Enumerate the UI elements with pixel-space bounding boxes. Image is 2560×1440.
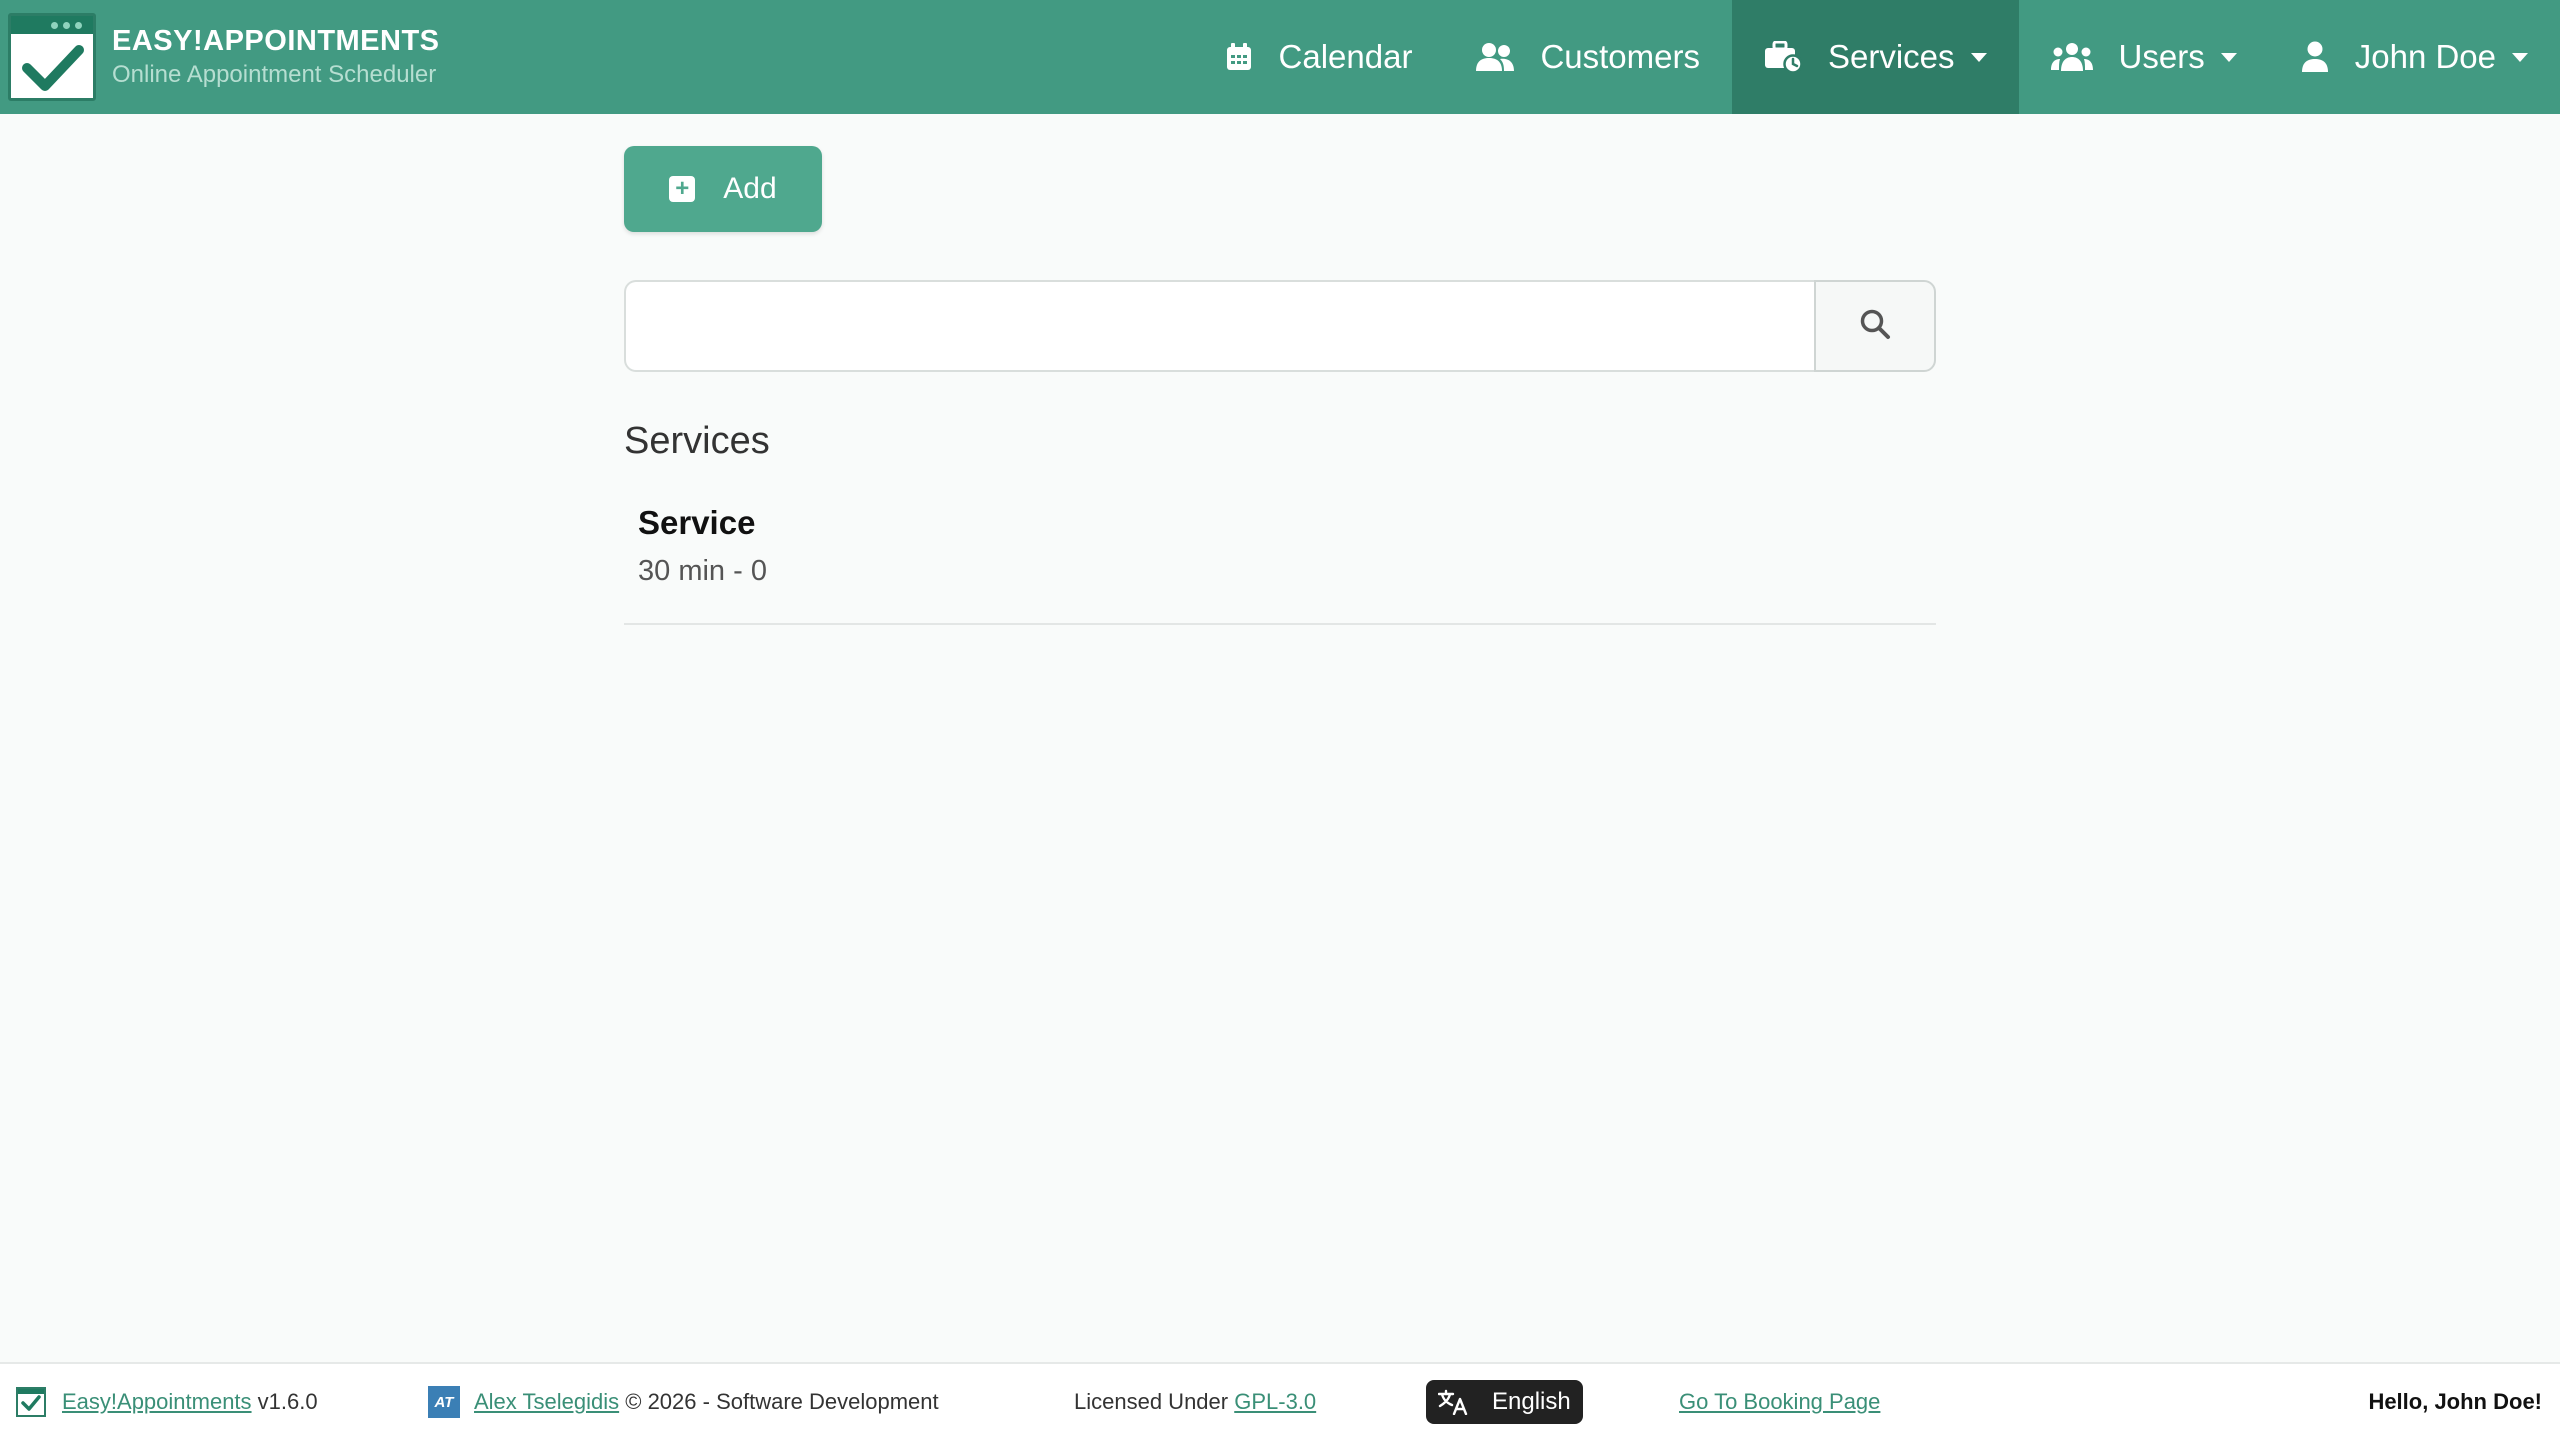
- footer-language: English: [1426, 1364, 1583, 1440]
- add-button-label: Add: [723, 172, 777, 205]
- user-icon: [2301, 41, 2329, 73]
- footer-license-prefix: Licensed Under: [1074, 1389, 1229, 1414]
- brand-subtitle: Online Appointment Scheduler: [112, 61, 437, 88]
- calendar-icon: [1225, 42, 1253, 72]
- add-service-button[interactable]: + Add: [624, 146, 822, 232]
- app-logo-icon: [16, 1387, 46, 1417]
- app-logo-icon: [8, 13, 96, 101]
- footer-license-link[interactable]: GPL-3.0: [1234, 1389, 1316, 1415]
- chevron-down-icon: [2512, 52, 2528, 62]
- translate-icon: [1438, 1389, 1468, 1415]
- brand-title: EASY!APPOINTMENTS: [112, 25, 440, 57]
- nav-customers-label: Customers: [1540, 38, 1700, 75]
- search-button[interactable]: [1814, 280, 1936, 372]
- footer-author-info: AT Alex Tselegidis © 2026 - Software Dev…: [428, 1364, 939, 1440]
- footer: Easy!Appointments v1.6.0 AT Alex Tselegi…: [0, 1362, 2560, 1440]
- service-list-item[interactable]: Service 30 min - 0: [624, 503, 1936, 625]
- footer-version: v1.6.0: [257, 1389, 318, 1414]
- footer-license: Licensed Under GPL-3.0: [1074, 1364, 1316, 1440]
- plus-square-icon: +: [669, 176, 696, 202]
- nav-user-menu-label: John Doe: [2354, 38, 2496, 75]
- nav-users-label: Users: [2118, 38, 2205, 75]
- service-name: Service: [638, 504, 756, 541]
- booking-page-link[interactable]: Go To Booking Page: [1679, 1389, 1880, 1415]
- language-selector[interactable]: English: [1426, 1380, 1583, 1424]
- search-icon: [1859, 308, 1891, 345]
- author-logo-icon: AT: [428, 1386, 460, 1418]
- brand[interactable]: EASY!APPOINTMENTS Online Appointment Sch…: [8, 13, 440, 101]
- footer-booking: Go To Booking Page: [1679, 1364, 1880, 1440]
- footer-author-link[interactable]: Alex Tselegidis: [474, 1389, 619, 1415]
- results-heading: Services: [624, 420, 770, 462]
- nav-customers[interactable]: Customers: [1444, 0, 1732, 114]
- services-page: + Add Services Service 30 min - 0: [624, 146, 1936, 625]
- language-label: English: [1492, 1388, 1571, 1415]
- services-icon: [1764, 41, 1802, 73]
- nav-services[interactable]: Services: [1732, 0, 2019, 114]
- footer-app-info: Easy!Appointments v1.6.0: [16, 1364, 318, 1440]
- footer-copyright: © 2026 - Software Development: [625, 1389, 939, 1414]
- main-nav: Calendar Customers Services Users John D…: [1193, 0, 2560, 114]
- nav-services-label: Services: [1828, 38, 1955, 75]
- nav-calendar[interactable]: Calendar: [1193, 0, 1445, 114]
- footer-app-link[interactable]: Easy!Appointments: [62, 1389, 252, 1415]
- nav-user-menu[interactable]: John Doe: [2269, 0, 2560, 114]
- search-input[interactable]: [624, 280, 1814, 372]
- chevron-down-icon: [2220, 52, 2237, 62]
- nav-calendar-label: Calendar: [1278, 38, 1413, 75]
- footer-greeting: Hello, John Doe!: [2368, 1389, 2542, 1414]
- users-icon: [2050, 42, 2093, 72]
- top-navbar: EASY!APPOINTMENTS Online Appointment Sch…: [0, 0, 2560, 114]
- service-details: 30 min - 0: [638, 555, 767, 587]
- search-group: [624, 280, 1936, 372]
- nav-users[interactable]: Users: [2019, 0, 2269, 114]
- customers-icon: [1476, 42, 1515, 72]
- chevron-down-icon: [1970, 52, 1987, 62]
